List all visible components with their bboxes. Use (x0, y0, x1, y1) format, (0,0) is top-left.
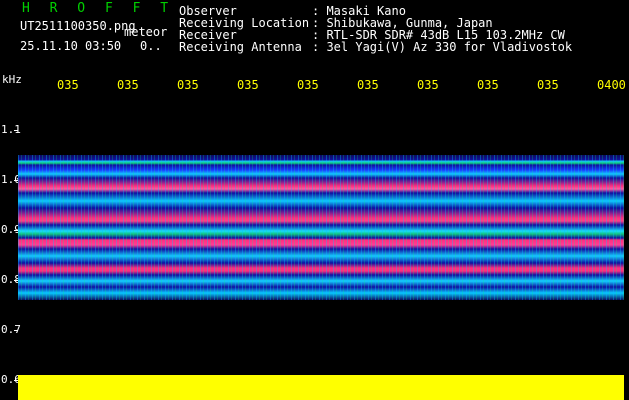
meteor-label: meteor (124, 25, 168, 39)
time-tick: 035 (417, 78, 439, 92)
file-name: UT2511100350.png (20, 19, 136, 33)
time-tick: 035 (57, 78, 79, 92)
app-brand: H R O F F T (22, 1, 175, 16)
spectrogram-image (18, 155, 624, 300)
time-tick: 035 (477, 78, 499, 92)
time-tick: 035 (297, 78, 319, 92)
spectrogram-window: H R O F F T UT2511100350.png meteor 25.1… (0, 0, 629, 400)
time-tick: 0400 (597, 78, 626, 92)
time-tick: 035 (237, 78, 259, 92)
time-tick: 035 (537, 78, 559, 92)
frequency-unit-label: kHz (2, 73, 22, 86)
time-tick: 035 (357, 78, 379, 92)
info-value-antenna: : 3el Yagi(V) Az 330 for Vladivostok (312, 40, 573, 54)
freq-axis-mark (14, 330, 18, 331)
signal-level-bar (18, 375, 624, 400)
freq-axis-mark (14, 130, 18, 131)
date-time: 25.11.10 03:50 (20, 39, 122, 53)
time-tick: 035 (177, 78, 199, 92)
info-label-antenna: Receiving Antenna (179, 40, 302, 54)
meteor-count: 0.. (140, 39, 162, 53)
time-tick: 035 (117, 78, 139, 92)
